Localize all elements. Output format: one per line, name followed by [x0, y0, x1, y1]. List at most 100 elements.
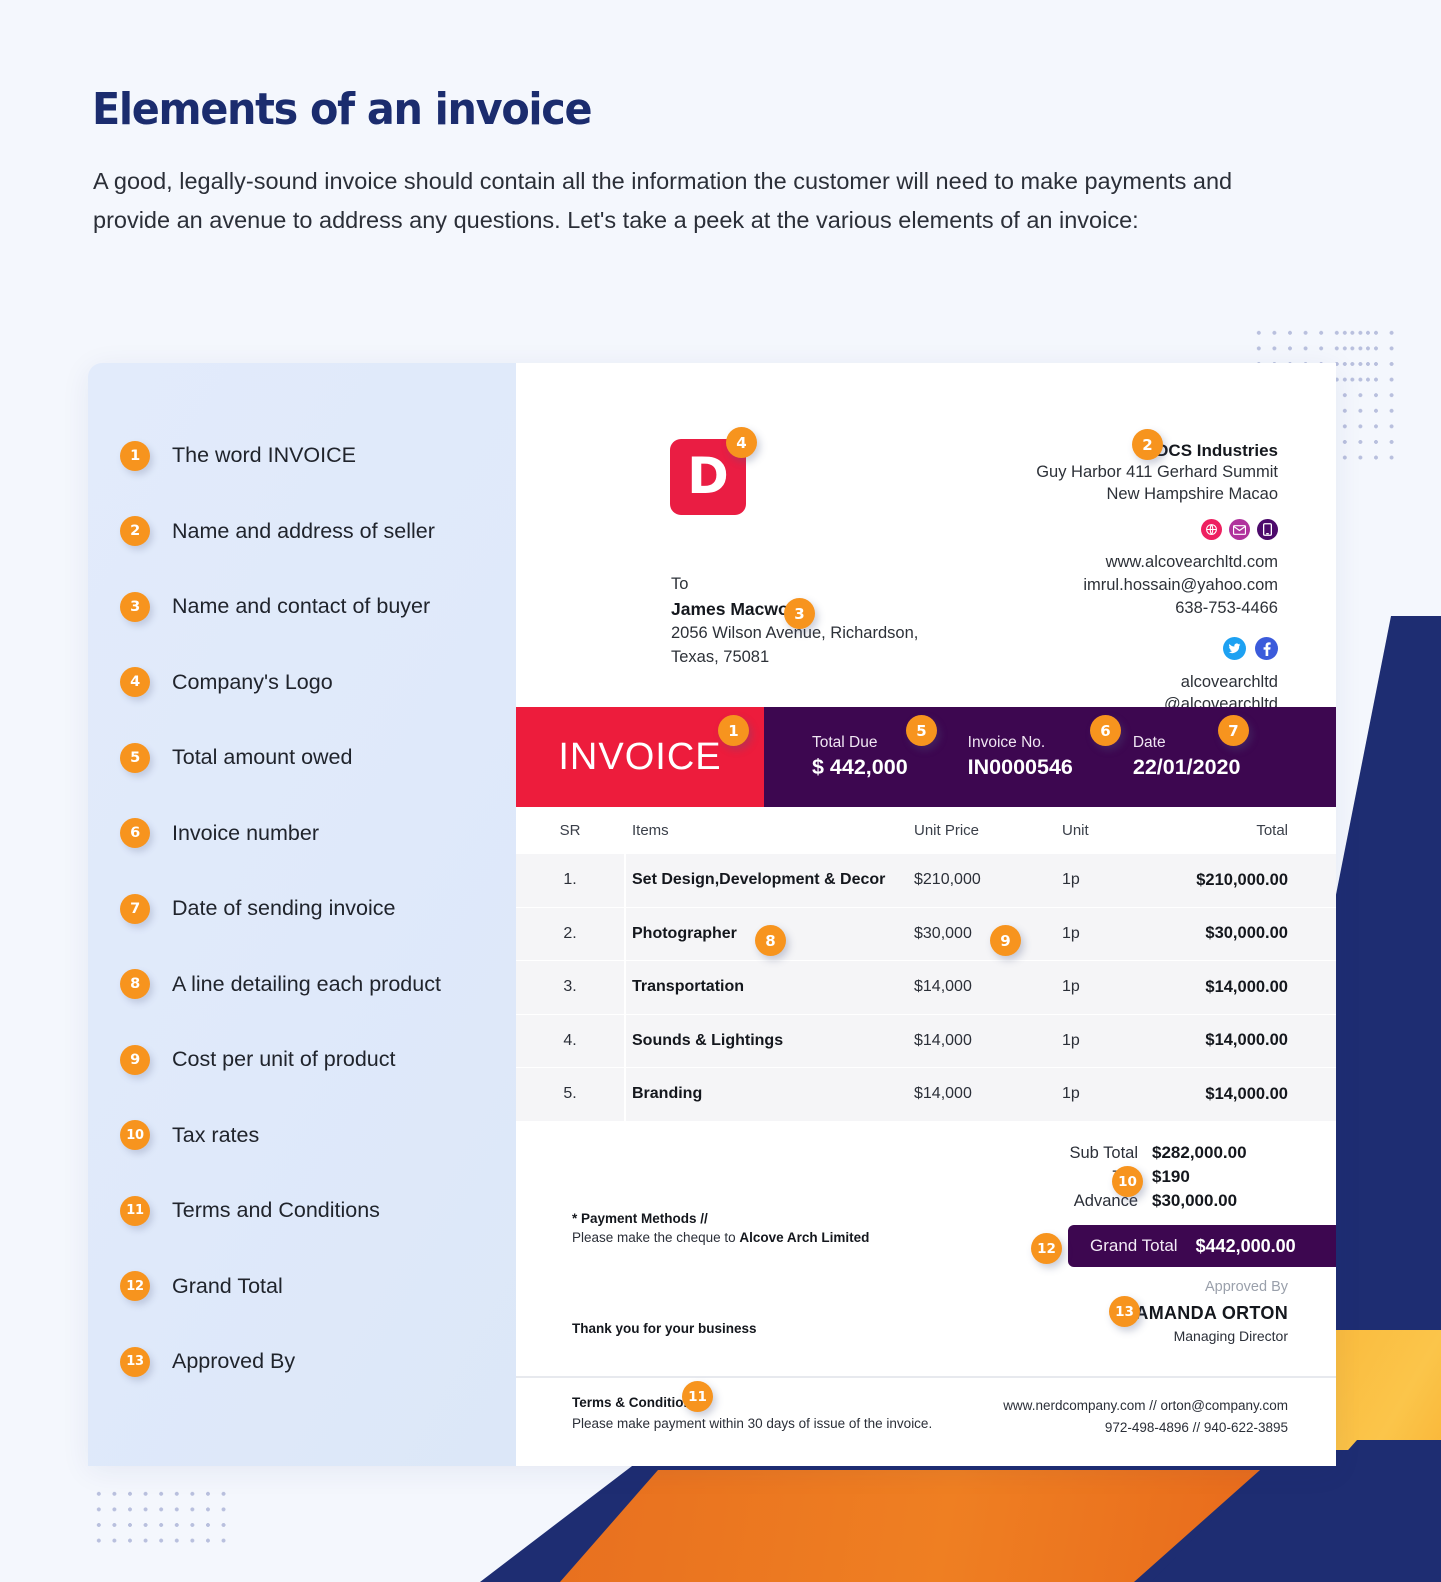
legend-item-label: Grand Total	[172, 1273, 283, 1298]
callout-pin-terms[interactable]: 11	[682, 1381, 713, 1412]
table-row[interactable]: 4. Sounds & Lightings $14,000 1p $14,000…	[516, 1014, 1336, 1068]
legend-item-label: Name and address of seller	[172, 518, 435, 543]
legend-badge: 7	[120, 893, 150, 924]
page-title: Elements of an invoice	[92, 84, 593, 135]
decoration-bottom-orange-stripe	[560, 1470, 1260, 1582]
legend-item-9[interactable]: 9 Cost per unit of product	[120, 1022, 516, 1098]
decoration-bottom-navy-stripe	[480, 1450, 1441, 1582]
footer-contact-line-2[interactable]: 972-498-4896 // 940-622-3895	[1003, 1417, 1288, 1439]
legend-item-2[interactable]: 2 Name and address of seller	[120, 494, 516, 570]
payment-methods-line: Please make the cheque to Alcove Arch Li…	[572, 1230, 869, 1245]
cell-unit-price: $14,000	[914, 978, 972, 996]
legend-item-7[interactable]: 7 Date of sending invoice	[120, 871, 516, 947]
legend-item-label: Company's Logo	[172, 669, 333, 694]
cell-unit-price: $14,000	[914, 1031, 972, 1049]
legend-badge: 1	[120, 440, 150, 471]
mail-icon[interactable]	[1229, 519, 1250, 540]
cell-sr: 5.	[563, 1085, 577, 1103]
payment-methods-block: * Payment Methods // Please make the che…	[572, 1211, 869, 1245]
cell-unit: 1p	[1062, 1031, 1080, 1049]
cell-unit-price: $30,000	[914, 924, 972, 942]
approver-name: AMANDA ORTON	[1135, 1303, 1288, 1323]
cell-total: $14,000.00	[1205, 1084, 1288, 1103]
thank-you-note: Thank you for your business	[572, 1321, 757, 1336]
legend-item-3[interactable]: 3 Name and contact of buyer	[120, 569, 516, 645]
sub-total-value: $282,000.00	[1152, 1143, 1247, 1162]
table-row[interactable]: 1. Set Design,Development & Decor $210,0…	[516, 854, 1336, 908]
legend-item-label: Total amount owed	[172, 745, 353, 770]
legend-item-11[interactable]: 11 Terms and Conditions	[120, 1173, 516, 1249]
callout-pin-buyer[interactable]: 3	[784, 598, 815, 629]
callout-pin-invoice-word[interactable]: 1	[718, 715, 749, 746]
seller-phone[interactable]: 638-753-4466	[1036, 597, 1278, 620]
legend-item-1[interactable]: 1 The word INVOICE	[120, 418, 516, 494]
cell-item: Branding	[632, 1085, 703, 1103]
callout-pin-grand-total[interactable]: 12	[1031, 1233, 1062, 1264]
table-header-row: SR Items Unit Price Unit Total	[516, 807, 1336, 854]
table-row[interactable]: 5. Branding $14,000 1p $14,000.00	[516, 1068, 1336, 1122]
callout-pin-tax[interactable]: 10	[1112, 1166, 1143, 1197]
legend-panel: 1 The word INVOICE 2 Name and address of…	[88, 363, 516, 1466]
mobile-icon[interactable]	[1257, 519, 1278, 540]
legend-item-6[interactable]: 6 Invoice number	[120, 796, 516, 872]
legend-item-12[interactable]: 12 Grand Total	[120, 1249, 516, 1325]
cell-unit-price: $14,000	[914, 1085, 972, 1103]
legend-item-10[interactable]: 10 Tax rates	[120, 1098, 516, 1174]
legend-item-label: The word INVOICE	[172, 443, 356, 468]
payment-methods-title: * Payment Methods //	[572, 1211, 708, 1226]
legend-item-4[interactable]: 4 Company's Logo	[120, 645, 516, 721]
buyer-to-label: To	[671, 575, 689, 593]
table-row[interactable]: 2. Photographer $30,000 1p $30,000.00	[516, 907, 1336, 961]
tax-row: Tax $190	[1018, 1167, 1288, 1187]
total-due-value: $ 442,000	[812, 755, 908, 779]
legend-item-label: Name and contact of buyer	[172, 594, 431, 619]
callout-pin-date[interactable]: 7	[1218, 715, 1249, 746]
callout-pin-seller[interactable]: 2	[1132, 429, 1163, 460]
sub-total-row: Sub Total $282,000.00	[1018, 1143, 1288, 1163]
legend-badge: 12	[120, 1271, 150, 1302]
legend-badge: 8	[120, 969, 150, 1000]
terms-conditions-title: Terms & Conditions	[572, 1395, 700, 1410]
twitter-handle[interactable]: alcovearchltd	[1036, 671, 1278, 693]
callout-pin-item-line[interactable]: 8	[755, 925, 786, 956]
cell-unit: 1p	[1062, 871, 1080, 889]
grand-total-value: $442,000.00	[1195, 1235, 1296, 1256]
footer-contact-line-1[interactable]: www.nerdcompany.com // orton@company.com	[1003, 1395, 1288, 1417]
terms-conditions-text: Please make payment within 30 days of is…	[572, 1416, 933, 1431]
cell-unit: 1p	[1062, 1085, 1080, 1103]
seller-social-icon-row	[1036, 637, 1278, 660]
seller-address-line-1: Guy Harbor 411 Gerhard Summit	[1036, 463, 1278, 481]
column-header-unit: Unit	[1062, 822, 1089, 839]
column-header-unit-price: Unit Price	[914, 822, 980, 839]
column-header-total: Total	[1256, 822, 1288, 839]
globe-icon[interactable]	[1201, 519, 1222, 540]
totals-block: Sub Total $282,000.00 Tax $190 Advance $…	[1018, 1143, 1288, 1215]
invoice-word: INVOICE	[558, 735, 722, 778]
table-row[interactable]: 3. Transportation $14,000 1p $14,000.00	[516, 961, 1336, 1015]
callout-pin-approved-by[interactable]: 13	[1109, 1296, 1140, 1327]
twitter-icon[interactable]	[1223, 637, 1246, 660]
legend-badge: 2	[120, 516, 150, 547]
advance-value: $30,000.00	[1152, 1191, 1238, 1210]
seller-website[interactable]: www.alcovearchltd.com	[1036, 551, 1278, 574]
invoice-no-field: Invoice No. IN0000546	[968, 734, 1073, 780]
cell-item: Set Design,Development & Decor	[632, 871, 886, 889]
decoration-bottom-navy-tip	[1151, 1470, 1351, 1582]
seller-contact-icon-row	[1036, 519, 1278, 540]
callout-pin-logo[interactable]: 4	[726, 427, 757, 458]
legend-item-5[interactable]: 5 Total amount owed	[120, 720, 516, 796]
legend-item-label: Cost per unit of product	[172, 1047, 396, 1072]
callout-pin-unit-price[interactable]: 9	[990, 925, 1021, 956]
callout-pin-total-due[interactable]: 5	[906, 715, 937, 746]
payment-line-prefix: Please make the cheque to	[572, 1230, 740, 1245]
invoice-card: 1 The word INVOICE 2 Name and address of…	[88, 363, 1336, 1466]
legend-item-13[interactable]: 13 Approved By	[120, 1324, 516, 1400]
callout-pin-invoice-no[interactable]: 6	[1090, 715, 1121, 746]
invoice-summary-block: Total Due $ 442,000 Invoice No. IN000054…	[764, 707, 1336, 807]
cell-unit-price: $210,000	[914, 871, 981, 889]
facebook-icon[interactable]	[1255, 637, 1278, 660]
legend-item-label: Invoice number	[172, 820, 319, 845]
seller-email[interactable]: imrul.hossain@yahoo.com	[1036, 574, 1278, 597]
legend-item-8[interactable]: 8 A line detailing each product	[120, 947, 516, 1023]
legend-item-label: Terms and Conditions	[172, 1198, 380, 1223]
